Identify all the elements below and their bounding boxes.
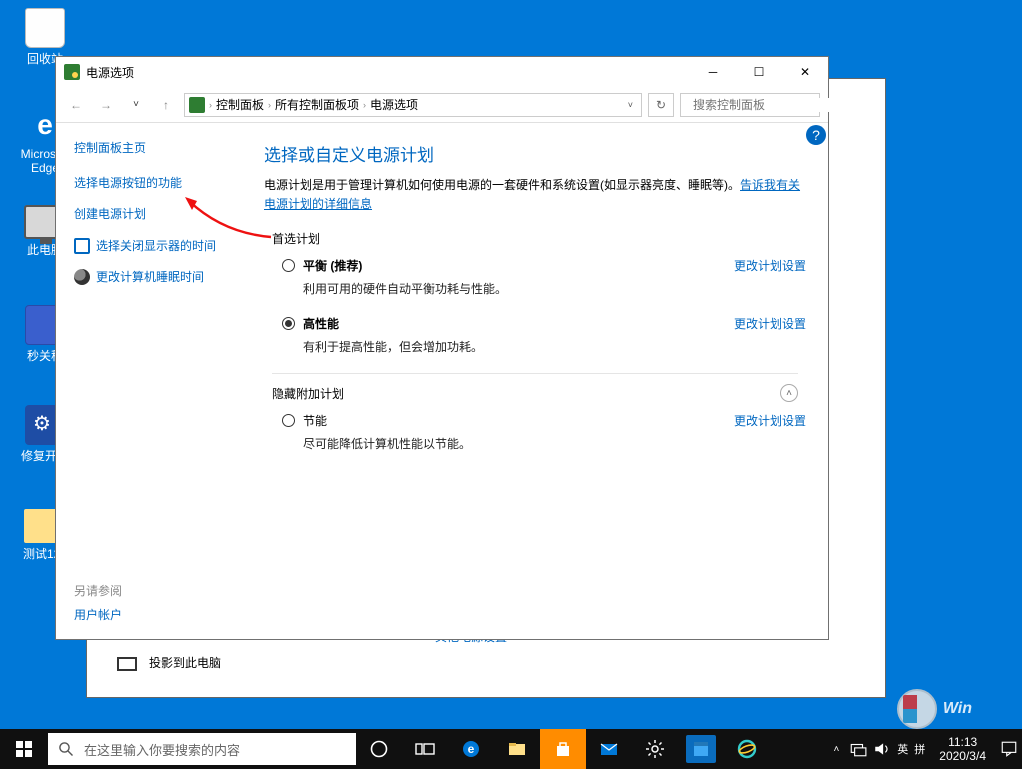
back-button[interactable]: ← [64,93,88,117]
change-settings-link[interactable]: 更改计划设置 [734,412,806,429]
settings-button[interactable] [632,729,678,769]
navbar: ← → ˅ ↑ › 控制面板 › 所有控制面板项 › 电源选项 ˅ ↻ [56,87,828,123]
forward-button[interactable]: → [94,93,118,117]
hidden-plans-header[interactable]: 隐藏附加计划 ˄ [272,373,798,402]
collapse-icon[interactable]: ˄ [780,384,798,402]
windows-logo-icon [897,689,937,729]
preferred-plans-label: 首选计划 [272,230,806,247]
network-icon[interactable] [849,740,867,758]
window-title: 电源选项 [86,64,690,81]
sidebar-item-button-action[interactable]: 选择电源按钮的功能 [74,174,242,191]
ie-button[interactable] [724,729,770,769]
radio-highperf[interactable] [282,317,295,330]
search-icon [58,741,74,757]
power-icon [64,64,80,80]
radio-balanced[interactable] [282,259,295,272]
help-button[interactable]: ? [806,125,826,145]
plan-balanced: 平衡 (推荐) 更改计划设置 利用可用的硬件自动平衡功耗与性能。 [282,257,806,297]
change-settings-link[interactable]: 更改计划设置 [734,257,806,274]
store-button[interactable] [540,729,586,769]
watermark: Win [897,689,972,729]
user-accounts-link[interactable]: 用户帐户 [74,606,122,623]
search-placeholder: 在这里输入你要搜索的内容 [84,740,240,759]
breadcrumb-item[interactable]: 电源选项 [370,96,418,113]
control-panel-taskbar[interactable] [686,735,716,763]
cp-home-link[interactable]: 控制面板主页 [74,139,242,156]
page-heading: 选择或自定义电源计划 [264,141,806,166]
minimize-button[interactable]: ─ [690,57,736,87]
ime-mode[interactable]: 拼 [914,741,925,757]
power-icon [189,97,205,113]
cortana-button[interactable] [356,729,402,769]
plan-description: 有利于提高性能，但会增加功耗。 [303,338,806,355]
page-description: 电源计划是用于管理计算机如何使用电源的一套硬件和系统设置(如显示器亮度、睡眠等)… [264,176,806,214]
project-setting[interactable]: 投影到此电脑 [117,654,221,671]
plan-description: 尽可能降低计算机性能以节能。 [303,435,806,452]
sidebar: 控制面板主页 选择电源按钮的功能 创建电源计划 选择关闭显示器的时间 更改计算机… [56,123,254,639]
monitor-icon [74,238,90,254]
up-button[interactable]: ↑ [154,93,178,117]
ime-lang[interactable]: 英 [897,741,908,757]
system-tray: ˄ 英 拼 11:132020/3/4 [829,735,1022,764]
plan-saver: 节能 更改计划设置 尽可能降低计算机性能以节能。 [282,412,806,452]
plan-description: 利用可用的硬件自动平衡功耗与性能。 [303,280,806,297]
address-bar[interactable]: › 控制面板 › 所有控制面板项 › 电源选项 ˅ [184,93,642,117]
maximize-button[interactable]: ☐ [736,57,782,87]
change-settings-link[interactable]: 更改计划设置 [734,315,806,332]
sidebar-item-sleep[interactable]: 更改计算机睡眠时间 [74,268,242,285]
explorer-button[interactable] [494,729,540,769]
radio-saver[interactable] [282,414,295,427]
mail-button[interactable] [586,729,632,769]
sidebar-item-display-off[interactable]: 选择关闭显示器的时间 [74,236,242,254]
plan-name: 节能 [303,412,327,429]
chevron-right-icon: › [209,100,212,110]
task-view-button[interactable] [402,729,448,769]
notifications-icon[interactable] [1000,740,1018,758]
plan-highperf: 高性能 更改计划设置 有利于提高性能，但会增加功耗。 [282,315,806,355]
start-button[interactable] [0,729,48,769]
sidebar-item-create-plan[interactable]: 创建电源计划 [74,205,242,222]
search-input[interactable] [693,98,848,112]
edge-button[interactable]: e [448,729,494,769]
see-also-label: 另请参阅 [74,582,122,599]
moon-icon [74,269,90,285]
taskbar-search[interactable]: 在这里输入你要搜索的内容 [48,733,356,765]
chevron-right-icon: › [268,100,271,110]
main-panel: ? 选择或自定义电源计划 电源计划是用于管理计算机如何使用电源的一套硬件和系统设… [254,123,828,639]
plan-name: 高性能 [303,315,339,332]
history-dropdown[interactable]: ˅ [124,93,148,117]
titlebar: 电源选项 ─ ☐ ✕ [56,57,828,87]
svg-text:e: e [468,742,475,756]
tray-overflow[interactable]: ˄ [829,744,843,755]
plan-name: 平衡 (推荐) [303,257,362,274]
clock[interactable]: 11:132020/3/4 [931,735,994,764]
breadcrumb-item[interactable]: 控制面板 [216,96,264,113]
close-button[interactable]: ✕ [782,57,828,87]
control-panel-window: 电源选项 ─ ☐ ✕ ← → ˅ ↑ › 控制面板 › 所有控制面板项 › 电源… [55,56,829,640]
taskbar: 在这里输入你要搜索的内容 e ˄ 英 拼 11:132020/3/4 [0,729,1022,769]
refresh-button[interactable]: ↻ [648,93,674,117]
breadcrumb-item[interactable]: 所有控制面板项 [275,96,359,113]
address-dropdown[interactable]: ˅ [624,100,637,110]
search-box[interactable] [680,93,820,117]
projector-icon [117,657,137,671]
volume-icon[interactable] [873,740,891,758]
chevron-right-icon: › [363,100,366,110]
